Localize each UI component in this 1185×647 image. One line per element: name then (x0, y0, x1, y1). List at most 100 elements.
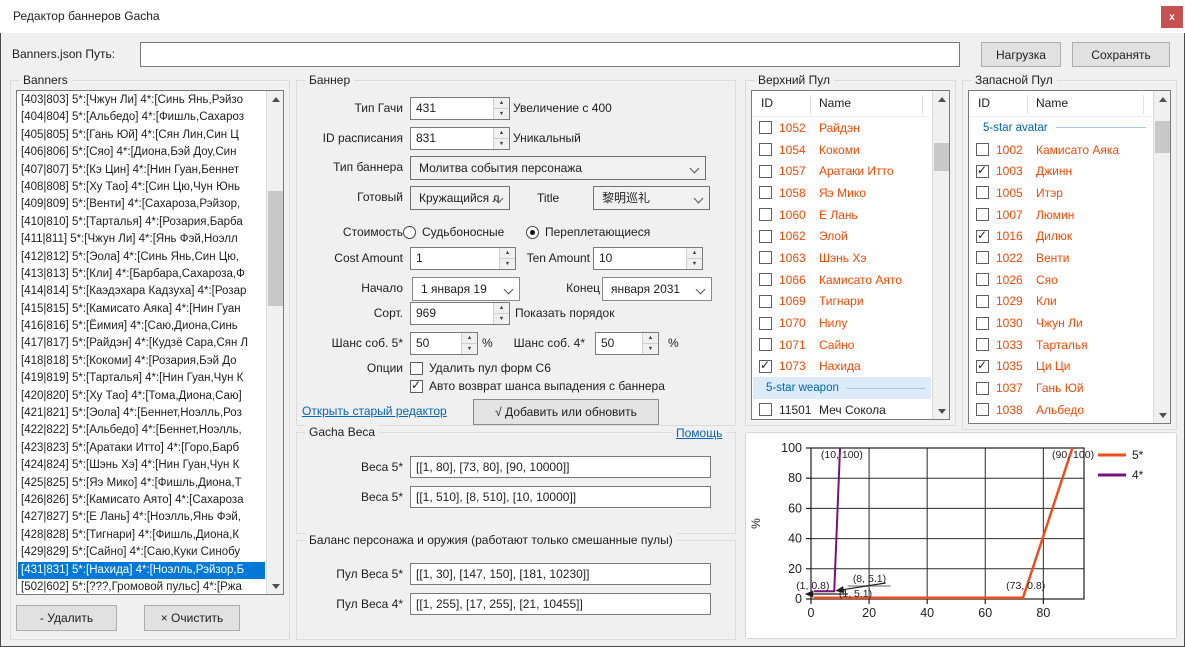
banner-list-item[interactable]: [416|816] 5*:[Ёимия] 4*:[Саю,Диона,Синь (18, 318, 265, 335)
pool-row[interactable]: 1073Нахида (753, 356, 931, 378)
banner-list-item[interactable]: [412|812] 5*:[Эола] 4*:[Синь Янь,Син Цю, (18, 249, 265, 266)
add-update-button[interactable]: √ Добавить или обновить (473, 399, 659, 425)
pool-item-checkbox[interactable] (976, 273, 989, 286)
upper-pool-scrollbar[interactable] (932, 91, 949, 419)
pool-item-checkbox[interactable] (759, 317, 772, 330)
scrollbar-thumb[interactable] (268, 191, 283, 306)
banner-list-item[interactable]: [405|805] 5*:[Гань Юй] 4*:[Сян Лин,Син Ц (18, 127, 265, 144)
banner-list-item[interactable]: [410|810] 5*:[Тарталья] 4*:[Розария,Барб… (18, 214, 265, 231)
spin-up-icon[interactable]: ▲ (643, 333, 658, 344)
pool-item-checkbox[interactable] (976, 295, 989, 308)
pool-item-checkbox[interactable] (976, 251, 989, 264)
scroll-down-button[interactable] (267, 578, 284, 594)
banner-list-item[interactable]: [418|818] 5*:[Кокоми] 4*:[Розария,Бэй До (18, 353, 265, 370)
banner-list-item[interactable]: [415|815] 5*:[Камисато Аяка] 4*:[Нин Гуа… (18, 301, 265, 318)
pool-item-checkbox[interactable] (759, 338, 772, 351)
pool-item-checkbox[interactable] (976, 403, 989, 416)
banner-list-item[interactable]: [423|823] 5*:[Аратаки Итто] 4*:[Горо,Бар… (18, 440, 265, 457)
banner-list-item[interactable]: [404|804] 5*:[Альбедо] 4*:[Фишль,Сахароз (18, 109, 265, 126)
close-button[interactable]: x (1161, 6, 1183, 28)
pool-row[interactable]: 1069Тигнари (753, 291, 931, 313)
pool-row[interactable]: 1029Кли (970, 291, 1152, 313)
load-button[interactable]: Нагрузка (981, 42, 1061, 67)
pool-weights5-input[interactable] (410, 563, 711, 585)
banner-type-select[interactable]: Молитва события персонажа (410, 156, 706, 180)
remove-pool-checkbox[interactable] (410, 362, 423, 375)
pool-row[interactable]: 1054Кокоми (753, 139, 931, 161)
pool-row[interactable]: 1022Венти (970, 247, 1152, 269)
scroll-up-button[interactable] (267, 91, 284, 107)
schedule-id-stepper[interactable]: 831 ▲▼ (410, 127, 510, 150)
pool-item-checkbox[interactable] (759, 208, 772, 221)
banner-list-item[interactable]: [406|806] 5*:[Сяо] 4*:[Диона,Бэй Доу,Син (18, 144, 265, 161)
pool-item-checkbox[interactable] (976, 382, 989, 395)
weights4-input[interactable] (410, 486, 711, 508)
spin-down-icon[interactable]: ▼ (494, 139, 509, 149)
scroll-up-button[interactable] (933, 91, 950, 107)
pool-item-checkbox[interactable] (976, 165, 989, 178)
scroll-down-button[interactable] (1154, 407, 1171, 423)
banner-list-item[interactable]: [421|821] 5*:[Эола] 4*:[Беннет,Ноэлль,Ро… (18, 405, 265, 422)
pool-item-checkbox[interactable] (759, 186, 772, 199)
pool-item-checkbox[interactable] (759, 273, 772, 286)
pool-row[interactable]: 1005Итэр (970, 182, 1152, 204)
clear-banners-button[interactable]: × Очистить (144, 605, 240, 631)
pool-item-checkbox[interactable] (759, 295, 772, 308)
pool-row[interactable]: 1002Камисато Аяка (970, 139, 1152, 161)
pool-row[interactable]: 11501Меч Сокола (753, 399, 931, 418)
pool-row[interactable]: 1063Шэнь Хэ (753, 247, 931, 269)
pool-item-checkbox[interactable] (976, 360, 989, 373)
pool-row[interactable]: 1060Е Лань (753, 204, 931, 226)
path-input[interactable] (140, 42, 960, 67)
spin-down-icon[interactable]: ▼ (462, 344, 477, 354)
pool-item-checkbox[interactable] (759, 230, 772, 243)
spin-down-icon[interactable]: ▼ (643, 344, 658, 354)
prefab-select[interactable]: Кружащийся л (410, 186, 510, 210)
pool-row[interactable]: 1033Тарталья (970, 334, 1152, 356)
banner-list-item[interactable]: [428|828] 5*:[Тигнари] 4*:[Фишль,Диона,К (18, 527, 265, 544)
pool-item-checkbox[interactable] (759, 360, 772, 373)
pool-row[interactable]: 1052Райдэн (753, 117, 931, 139)
banner-list-item[interactable]: [419|819] 5*:[Тарталья] 4*:[Нин Гуан,Чун… (18, 370, 265, 387)
pool-row[interactable]: 1066Камисато Аято (753, 269, 931, 291)
banner-list-item[interactable]: [422|822] 5*:[Альбедо] 4*:[Беннет,Ноэлль… (18, 422, 265, 439)
banner-list-item[interactable]: [413|813] 5*:[Кли] 4*:[Барбара,Сахароза,… (18, 266, 265, 283)
banner-list-item[interactable]: [408|808] 5*:[Ху Тао] 4*:[Син Цю,Чун Юнь (18, 179, 265, 196)
banner-list-item[interactable]: [429|829] 5*:[Сайно] 4*:[Саю,Куки Синобу (18, 544, 265, 561)
ten-amount-stepper[interactable]: 10 ▲▼ (593, 247, 703, 270)
spin-up-icon[interactable]: ▲ (462, 333, 477, 344)
pool-row[interactable]: 1058Яэ Мико (753, 182, 931, 204)
pool-weights4-input[interactable] (410, 593, 711, 615)
pool-row[interactable]: 1071Сайно (753, 334, 931, 356)
banner-list-item[interactable]: [502|602] 5*:[???,Громовой пульс] 4*:[Рж… (18, 579, 265, 593)
banner-list-item[interactable]: [407|807] 5*:[Кэ Цин] 4*:[Нин Гуан,Бенне… (18, 162, 265, 179)
spin-up-icon[interactable]: ▲ (687, 248, 702, 259)
pool-item-checkbox[interactable] (759, 165, 772, 178)
reserve-pool-list[interactable]: ID Name 5-star avatar1002Камисато Аяка10… (968, 90, 1171, 424)
scrollbar-thumb[interactable] (1155, 121, 1170, 153)
banner-list-item[interactable]: [420|820] 5*:[Ху Тао] 4*:[Тома,Диона,Саю… (18, 388, 265, 405)
pool-row[interactable]: 1030Чжун Ли (970, 312, 1152, 334)
spin-up-icon[interactable]: ▲ (494, 303, 509, 314)
banner-list-item[interactable]: [425|825] 5*:[Яэ Мико] 4*:[Фишль,Диона,Т (18, 475, 265, 492)
banner-list-item[interactable]: [411|811] 5*:[Чжун Ли] 4*:[Янь Фэй,Ноэлл (18, 231, 265, 248)
weights5-input[interactable] (410, 456, 711, 478)
upper-pool-list[interactable]: ID Name 1052Райдэн1054Кокоми1057Аратаки … (751, 90, 950, 420)
spin-down-icon[interactable]: ▼ (494, 109, 509, 119)
spin-up-icon[interactable]: ▲ (494, 128, 509, 139)
pool-row[interactable]: 1026Сяо (970, 269, 1152, 291)
pool-item-checkbox[interactable] (976, 143, 989, 156)
cost-amount-stepper[interactable]: 1 ▲▼ (410, 247, 516, 270)
save-button[interactable]: Сохранять (1072, 42, 1170, 67)
chance5-stepper[interactable]: 50 ▲▼ (410, 332, 478, 355)
pool-item-checkbox[interactable] (759, 121, 772, 134)
reserve-pool-scrollbar[interactable] (1153, 91, 1170, 423)
scrollbar-thumb[interactable] (934, 143, 949, 171)
banner-list-item[interactable]: [414|814] 5*:[Каэдэхара Кадзуха] 4*:[Роз… (18, 283, 265, 300)
pool-item-checkbox[interactable] (976, 208, 989, 221)
pool-item-checkbox[interactable] (976, 230, 989, 243)
scroll-down-button[interactable] (933, 403, 950, 419)
pool-row[interactable]: 1037Гань Юй (970, 377, 1152, 399)
spin-down-icon[interactable]: ▼ (494, 314, 509, 324)
banner-list-item[interactable]: [424|824] 5*:[Шэнь Хэ] 4*:[Нин Гуан,Чун … (18, 457, 265, 474)
